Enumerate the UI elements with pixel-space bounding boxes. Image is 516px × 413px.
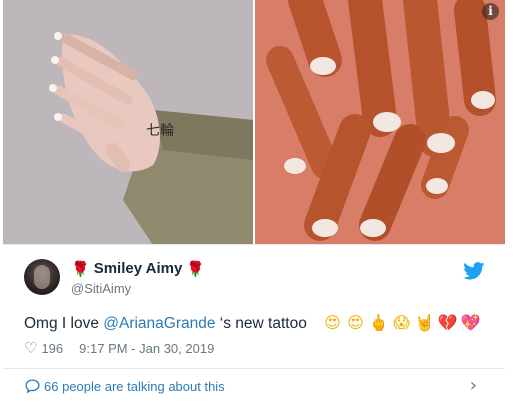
like-count[interactable]: 196 <box>41 341 63 356</box>
talking-about-link[interactable]: 66 people are talking about this › <box>3 368 505 405</box>
chevron-right-icon[interactable]: › <box>470 375 477 396</box>
sausage-fingers-photo[interactable] <box>255 0 505 244</box>
rose-icon: 🌹 <box>186 259 206 278</box>
tweet-media[interactable]: 七輪 i <box>3 0 505 245</box>
author-handle[interactable]: @SitiAimy <box>71 281 131 296</box>
tattoo-characters: 七輪 <box>146 122 174 139</box>
tweet-embed-card: 七輪 i 🌹 Smiley Aimy 🌹 @SitiAimy Omg I lov… <box>3 0 505 413</box>
middle-finger-emoji: 🖕 <box>368 313 389 332</box>
tweet-timestamp[interactable]: 9:17 PM - Jan 30, 2019 <box>79 341 214 356</box>
heart-eyes-emoji: 😍 <box>347 313 364 332</box>
emoji-row: 😍 😍 🖕 😱 🤘 💔 💖 <box>322 313 481 333</box>
mention-link[interactable]: @ArianaGrande <box>103 315 215 332</box>
avatar[interactable] <box>24 259 60 295</box>
rock-hand-emoji: 🤘 <box>414 313 435 332</box>
screaming-face-emoji: 😱 <box>393 313 410 332</box>
like-heart-icon[interactable]: ♡ <box>24 339 37 357</box>
tweet-text: Omg I love @ArianaGrande ‘s new tattoo <box>24 315 307 333</box>
tweet-body: 🌹 Smiley Aimy 🌹 @SitiAimy Omg I love @Ar… <box>3 246 505 368</box>
info-icon[interactable]: i <box>482 3 499 20</box>
sausage-fingers-illustration <box>255 0 505 244</box>
talking-about-label[interactable]: 66 people are talking about this <box>44 379 225 394</box>
sparkling-heart-emoji: 💖 <box>460 313 481 332</box>
tweet-text-before: Omg I love <box>24 315 104 332</box>
heart-eyes-emoji: 😍 <box>324 313 341 332</box>
author-name-row[interactable]: 🌹 Smiley Aimy 🌹 <box>71 260 205 277</box>
tweet-meta: ♡ 196 9:17 PM - Jan 30, 2019 <box>24 339 214 357</box>
tweet-text-after: ‘s new tattoo <box>215 315 307 332</box>
rose-icon: 🌹 <box>71 259 90 278</box>
hand-tattoo-illustration: 七輪 <box>3 0 253 244</box>
display-name[interactable]: Smiley Aimy <box>94 260 183 277</box>
twitter-bird-icon[interactable] <box>463 262 485 280</box>
hand-tattoo-photo[interactable]: 七輪 <box>3 0 253 244</box>
broken-heart-emoji: 💔 <box>437 313 458 332</box>
speech-bubble-icon <box>25 379 40 393</box>
